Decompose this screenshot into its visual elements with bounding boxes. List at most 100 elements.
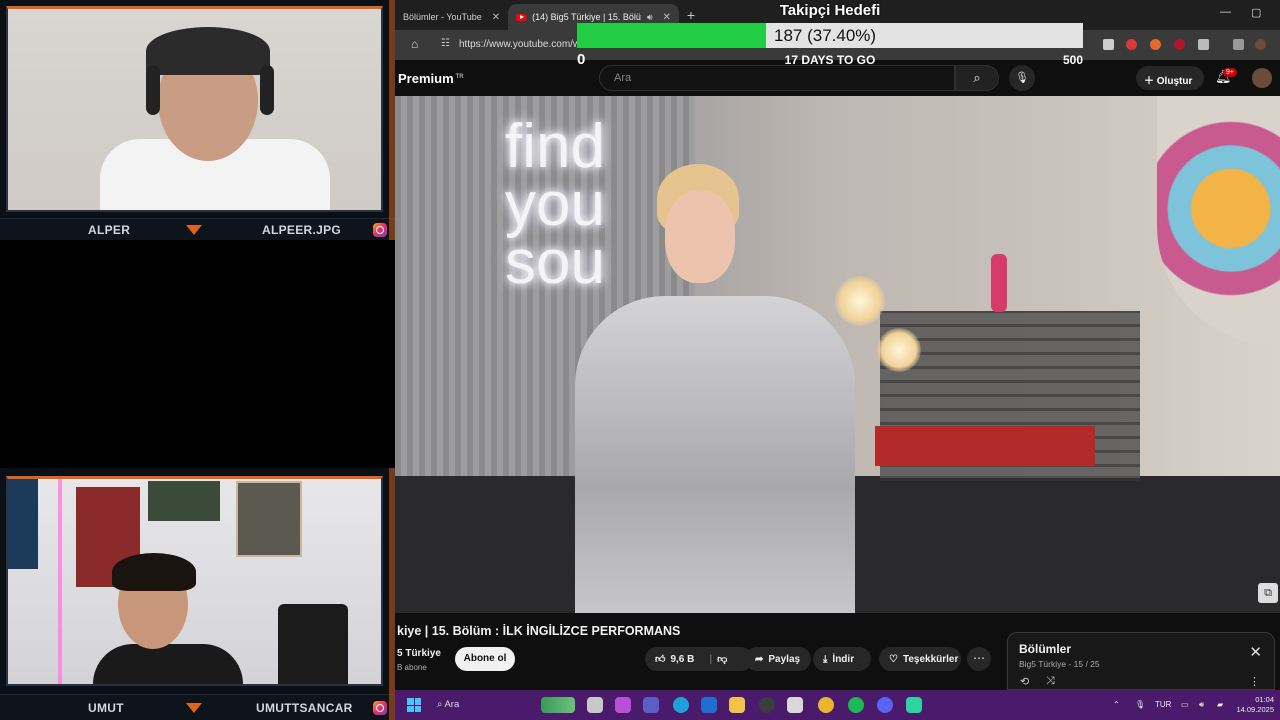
minimize-button[interactable]: — — [1220, 6, 1231, 18]
shield-extension-icon[interactable] — [1103, 39, 1114, 50]
language-indicator[interactable]: TUR — [1155, 700, 1171, 709]
webcam-video-bottom — [6, 476, 383, 686]
clock[interactable]: 01:04 14.09.2025 — [1236, 695, 1274, 715]
subscriber-count: B abone — [397, 663, 427, 672]
windows-start-icon[interactable] — [407, 698, 421, 712]
shuffle-icon[interactable]: ⤨ — [1046, 675, 1055, 688]
triangle-icon — [186, 702, 202, 713]
webcam-panel-bottom: UMUT UMUTTSANCAR — [0, 468, 395, 720]
windows-taskbar: ⌕ Ara ⌃ 🎙︎ TUR ▭ 🔊︎ ▰ 01:04 14.09.2025 — [395, 690, 1280, 720]
widget-icon[interactable] — [541, 697, 575, 713]
red-cushion — [875, 426, 1095, 466]
goal-max: 500 — [1062, 53, 1083, 67]
more-icon[interactable]: ⋮ — [1249, 675, 1260, 688]
app-icon[interactable] — [906, 697, 922, 713]
extension-icon[interactable] — [1126, 39, 1137, 50]
chair — [278, 604, 348, 684]
spotify-icon[interactable] — [848, 697, 864, 713]
channel-name[interactable]: 5 Türkiye — [397, 648, 441, 659]
goal-progress-bar: 187 (37.40%) — [577, 23, 1083, 48]
thumbs-up-icon[interactable]: 👍︎ — [655, 653, 665, 665]
chrome-icon[interactable] — [818, 697, 834, 713]
battery-icon[interactable]: ▰ — [1217, 700, 1223, 709]
thumbs-down-icon[interactable]: 👎︎ — [717, 653, 727, 665]
site-info-icon[interactable]: ☷ — [441, 38, 450, 49]
streamer-name: UMUT — [88, 700, 124, 715]
date: 14.09.2025 — [1236, 705, 1274, 714]
tab-label: Bölümler - YouTube — [403, 12, 482, 22]
download-button[interactable]: ⤓ İndir — [813, 647, 871, 671]
menu-icon[interactable] — [1233, 39, 1244, 50]
hair — [112, 553, 196, 591]
browser-window: Bölümler - YouTube ✕ (14) Big5 Türkiye |… — [395, 0, 1280, 690]
app-icon[interactable] — [787, 697, 803, 713]
share-icon: ➦ — [755, 653, 764, 665]
youtube-logo[interactable]: Premium TR — [398, 71, 464, 86]
screen: ALPER ALPEER.JPG UMUT UMUTTSANCAR Bölüml… — [0, 0, 1280, 720]
chevron-up-icon[interactable]: ⌃ — [1113, 700, 1120, 709]
person-jacket — [575, 296, 855, 613]
wall-poster — [148, 481, 220, 521]
more-actions-icon[interactable]: ⋯ — [967, 647, 991, 671]
edge-icon[interactable] — [673, 697, 689, 713]
streamer-handle: ALPEER.JPG — [262, 222, 342, 237]
thanks-button[interactable]: ♡ Teşekkürler — [879, 647, 961, 671]
profile-icon[interactable] — [1255, 39, 1266, 50]
wall-poster — [8, 479, 38, 569]
triangle-icon — [186, 224, 202, 235]
volume-icon[interactable]: 🔊︎ — [1199, 700, 1204, 710]
person-face — [665, 191, 735, 283]
like-dislike-group: 👍︎ 9,6 B | 👎︎ — [645, 647, 753, 671]
microphone-tray-icon[interactable]: 🎙︎ — [1135, 700, 1145, 709]
person-body — [93, 644, 243, 684]
teams-icon[interactable] — [643, 697, 659, 713]
wall-poster — [236, 481, 302, 557]
subscribe-button[interactable]: Abone ol — [455, 647, 515, 671]
led-strip — [58, 479, 62, 684]
lamp — [835, 276, 885, 326]
episodes-title: Bölümler — [1019, 642, 1072, 656]
video-player[interactable]: find you sou ⧉ — [395, 96, 1280, 613]
ublock-icon[interactable] — [1174, 39, 1185, 50]
lamp — [877, 328, 921, 372]
extension-icon[interactable] — [1150, 39, 1161, 50]
episodes-subtitle: Big5 Türkiye - 15 / 25 — [1019, 659, 1100, 669]
search-label: Ara — [444, 699, 460, 710]
home-icon[interactable]: ⌂ — [411, 37, 418, 51]
webcam-video-top — [6, 6, 383, 212]
taskbar-search[interactable]: ⌕ Ara — [437, 699, 459, 710]
tab-episodes[interactable]: Bölümler - YouTube ✕ — [395, 4, 508, 30]
close-tab-icon[interactable]: ✕ — [492, 12, 500, 23]
heart-dollar-icon: ♡ — [889, 653, 898, 665]
goal-count: 187 (37.40%) — [774, 26, 877, 45]
streamer-name: ALPER — [88, 222, 131, 237]
file-icon[interactable] — [587, 697, 603, 713]
avatar[interactable] — [1252, 68, 1272, 88]
goal-days-left: 17 DAYS TO GO — [784, 53, 876, 67]
maximize-button[interactable]: ▢ — [1251, 6, 1261, 19]
neon-sign: find you sou — [505, 116, 605, 294]
close-icon[interactable]: ✕ — [1249, 643, 1262, 661]
share-label: Paylaş — [768, 653, 801, 665]
url-field[interactable]: https://www.youtube.com/wa — [459, 39, 586, 50]
network-icon[interactable]: ▭ — [1181, 700, 1189, 709]
puzzle-icon[interactable] — [1198, 39, 1209, 50]
episodes-panel: Bölümler Big5 Türkiye - 15 / 25 ✕ ⟲ ⤨ ⋮ — [1007, 632, 1275, 690]
loop-icon[interactable]: ⟲ — [1020, 675, 1029, 688]
discord-icon[interactable] — [877, 697, 893, 713]
app-icon[interactable] — [759, 697, 775, 713]
goal-progress-fill — [577, 23, 767, 48]
youtube-icon — [516, 13, 527, 21]
vase — [991, 254, 1007, 312]
copilot-icon[interactable] — [615, 697, 631, 713]
share-button[interactable]: ➦ Paylaş — [745, 647, 811, 671]
folder-icon[interactable] — [729, 697, 745, 713]
time: 01:04 — [1255, 695, 1274, 704]
create-label: Oluştur — [1156, 76, 1193, 87]
download-icon: ⤓ — [823, 653, 828, 665]
create-button[interactable]: ＋ Oluştur — [1136, 66, 1204, 90]
miniplayer-icon[interactable]: ⧉ — [1258, 583, 1278, 603]
like-count[interactable]: 9,6 B — [670, 654, 694, 665]
outlook-icon[interactable] — [701, 697, 717, 713]
streamer-handle: UMUTTSANCAR — [256, 700, 353, 715]
